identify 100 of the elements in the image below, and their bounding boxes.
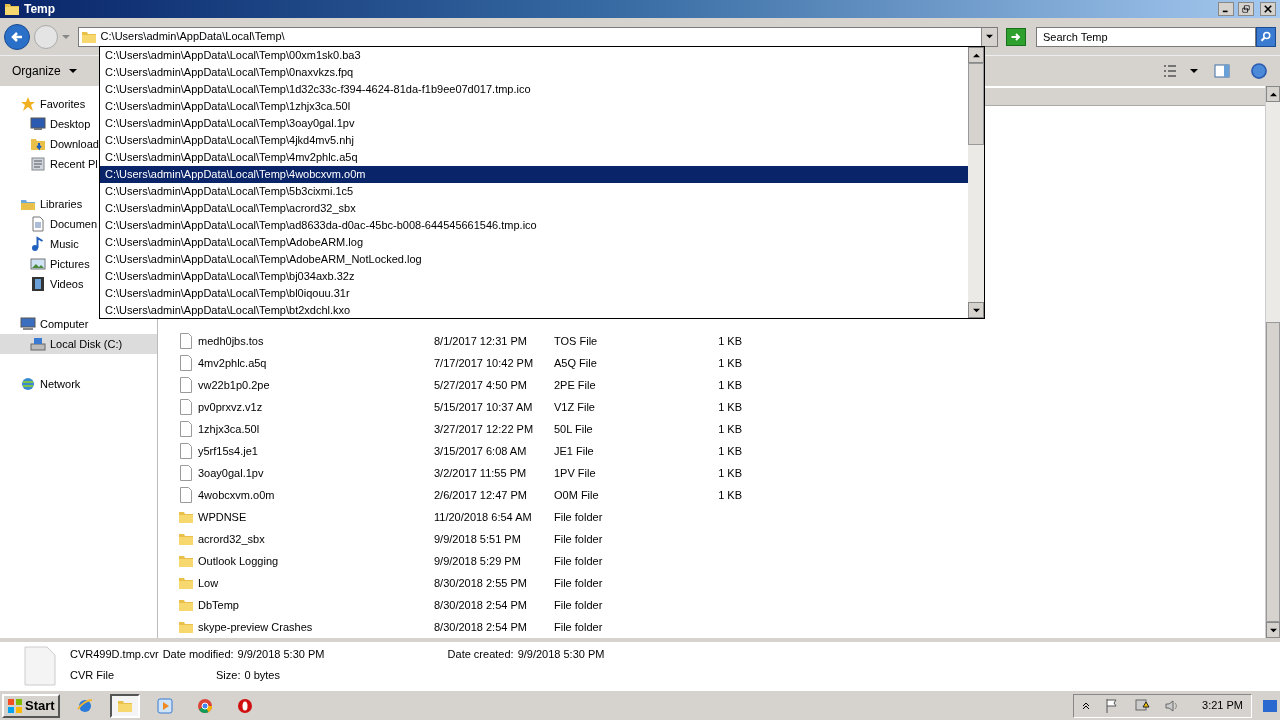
nav-item[interactable]: Videos [0, 274, 86, 294]
history-caret-icon[interactable] [61, 32, 70, 41]
expand-icon[interactable] [1082, 701, 1091, 710]
file-name[interactable]: 4wobcxvm.o0m [198, 486, 275, 504]
nav-item-label: Documen [50, 216, 98, 232]
suggestion-item[interactable]: C:\Users\admin\AppData\Local\Temp\4jkd4mv5.nhj [100, 132, 968, 149]
date-cell-text: 3/2/2017 11:55 PM [434, 465, 528, 481]
go-button[interactable] [1006, 27, 1026, 46]
browser-e-icon[interactable] [76, 697, 93, 714]
restore-button[interactable] [1238, 2, 1254, 16]
suggestion-item[interactable]: C:\Users\admin\AppData\Local\Temp\ad8633da-d0ac-45bc-b008-644545661546.tmp.ico [100, 217, 968, 234]
nav-item-label: Videos [50, 276, 84, 292]
size-cell-text: 1 KB [717, 421, 742, 437]
suggestion-item[interactable]: C:\Users\admin\AppData\Local\Temp\acrord32_sbx [100, 200, 968, 217]
window-title: Temp [24, 1, 56, 18]
type-cell-text: 2PE File [554, 377, 597, 393]
nav-item[interactable]: Desktop [0, 114, 93, 134]
file-type: CVR File [70, 667, 115, 683]
nav-item[interactable]: Recent Pl [0, 154, 100, 174]
nav-item[interactable]: Documen [0, 214, 100, 234]
file-name[interactable]: DbTemp [198, 596, 239, 614]
created-value: 9/9/2018 5:30 PM [517, 647, 605, 662]
taskbar-app[interactable] [109, 693, 140, 718]
chrome-icon[interactable] [196, 697, 213, 714]
type-cell-text: File folder [554, 531, 604, 547]
restore-icon [1242, 5, 1250, 13]
nav-group[interactable]: Favorites [18, 94, 88, 114]
file-name[interactable]: acrord32_sbx [198, 530, 265, 548]
type-cell-text: 50L File [554, 421, 594, 437]
suggestion-item[interactable]: C:\Users\admin\AppData\Local\Temp\1zhjx3ca.50l [100, 98, 968, 115]
folder-arrow-icon [30, 136, 46, 152]
scrollbar[interactable] [1265, 86, 1280, 638]
size-value: 0 bytes [244, 667, 280, 683]
nav-item[interactable]: Music [0, 234, 81, 254]
music-note-icon [30, 236, 46, 252]
organize-button[interactable]: Organize [12, 62, 85, 80]
date-cell-text: 7/17/2017 10:42 PM [434, 355, 535, 371]
dropdown-button[interactable] [981, 27, 998, 46]
suggestion-item[interactable]: C:\Users\admin\AppData\Local\Temp\0naxvkzs.fpq [100, 64, 968, 81]
file-name[interactable]: y5rf15s4.je1 [198, 442, 258, 460]
suggestion-item[interactable]: C:\Users\admin\AppData\Local\Temp\3oay0gal.1pv [100, 115, 968, 132]
suggestion-item[interactable]: C:\Users\admin\AppData\Local\Temp\AdobeARM_NotLocked.log [100, 251, 968, 268]
suggestion-item[interactable]: C:\Users\admin\AppData\Local\Temp\bj034axb.32z [100, 268, 968, 285]
opera-icon[interactable] [236, 697, 253, 714]
suggestion-item[interactable]: C:\Users\admin\AppData\Local\Temp\bl0iqouu.31r [100, 285, 968, 302]
nav-item[interactable]: Local Disk (C:) [0, 334, 157, 354]
size-cell-text: 1 KB [717, 355, 742, 371]
suggestion-item[interactable]: C:\Users\admin\AppData\Local\Temp\5b3cixmi.1c5 [100, 183, 968, 200]
search-field[interactable]: Search Temp [1036, 26, 1256, 47]
network-warning-icon[interactable] [1134, 697, 1151, 714]
document-icon [30, 216, 46, 232]
suggestion-item[interactable]: C:\Users\admin\AppData\Local\Temp\4wobcxvm.o0m [100, 166, 968, 183]
nav-item[interactable]: Pictures [0, 254, 92, 274]
size-cell-text: 1 KB [717, 377, 742, 393]
back-button[interactable] [4, 23, 30, 50]
file-name[interactable]: 1zhjx3ca.50l [198, 420, 260, 438]
suggestion-item[interactable]: C:\Users\admin\AppData\Local\Temp\bt2xdchl.kxo [100, 302, 968, 319]
suggestion-item[interactable]: C:\Users\admin\AppData\Local\Temp\00xm1sk0.ba3 [100, 47, 968, 64]
suggestion-item[interactable]: C:\Users\admin\AppData\Local\Temp\4mv2phlc.a5q [100, 149, 968, 166]
file-name[interactable]: 3oay0gal.1pv [198, 464, 264, 482]
play-icon[interactable] [156, 697, 173, 714]
view-options-button[interactable] [1162, 63, 1198, 79]
folder-icon [178, 597, 194, 613]
nav-item[interactable]: Download [0, 134, 101, 154]
preview-pane-icon[interactable] [1214, 63, 1230, 79]
clock[interactable]: 3:21 PM [1202, 697, 1243, 714]
file-name[interactable]: skype-preview Crashes [198, 618, 313, 636]
address-field[interactable]: C:\Users\admin\AppData\Local\Temp\ [77, 26, 999, 47]
minimize-button[interactable] [1218, 2, 1234, 16]
scroll-up-icon [972, 51, 980, 59]
nav-group-label: Computer [40, 316, 89, 332]
file-name[interactable]: Low [198, 574, 219, 592]
file-name[interactable]: medh0jbs.tos [198, 332, 264, 350]
file-name[interactable]: pv0prxvz.v1z [198, 398, 263, 416]
arrow-right-icon [1010, 30, 1023, 43]
type-cell-text: V1Z File [554, 399, 596, 415]
search-button[interactable] [1256, 26, 1276, 47]
show-desktop-icon[interactable] [1262, 697, 1278, 714]
file-name[interactable]: vw22b1p0.2pe [198, 376, 270, 394]
suggestion-item[interactable]: C:\Users\admin\AppData\Local\Temp\AdobeARM.log [100, 234, 968, 251]
nav-item-label: Desktop [50, 116, 91, 132]
type-cell-text: JE1 File [554, 443, 595, 459]
file-name[interactable]: WPDNSE [198, 508, 247, 526]
start-button[interactable]: Start [2, 693, 60, 718]
caret-icon [1190, 67, 1198, 75]
folder-icon [178, 619, 194, 635]
nav-group[interactable]: Libraries [18, 194, 85, 214]
file-name[interactable]: Outlook Logging [198, 552, 279, 570]
type-cell-text: A5Q File [554, 355, 598, 371]
suggestion-item[interactable]: C:\Users\admin\AppData\Local\Temp\1d32c33c-f394-4624-81da-f1b9ee07d017.tmp.ico [100, 81, 968, 98]
search-icon [1260, 30, 1272, 43]
nav-group[interactable]: Computer [18, 314, 91, 334]
type-cell-text: O0M File [554, 487, 600, 503]
nav-group[interactable]: Network [18, 374, 83, 394]
close-button[interactable] [1260, 2, 1276, 16]
modified-value: 9/9/2018 5:30 PM [237, 647, 326, 662]
date-cell-text: 9/9/2018 5:29 PM [434, 553, 522, 569]
file-name[interactable]: 4mv2phlc.a5q [198, 354, 267, 372]
type-cell-text: File folder [554, 553, 604, 569]
scrollbar[interactable] [968, 47, 984, 318]
